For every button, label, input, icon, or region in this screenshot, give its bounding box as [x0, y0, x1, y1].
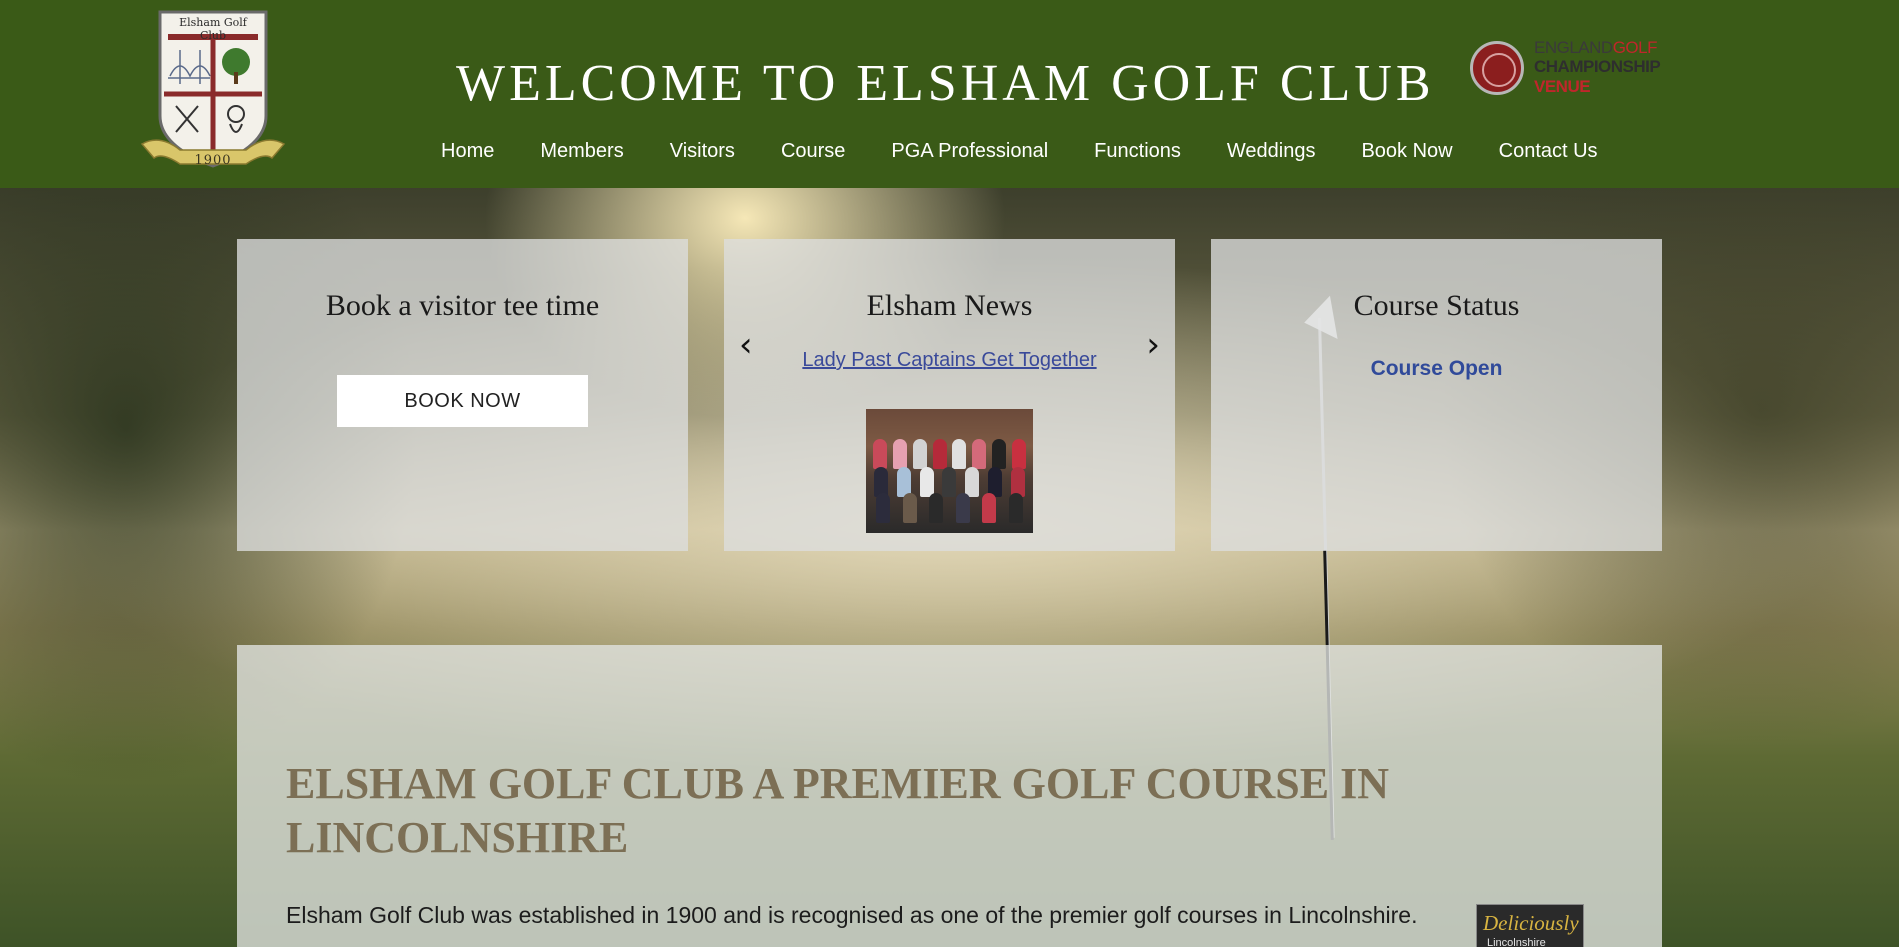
crest-year: 1900 [194, 153, 232, 168]
nav-item-weddings[interactable]: Weddings [1204, 140, 1339, 163]
nav-item-contact-us[interactable]: Contact Us [1476, 140, 1621, 163]
intro-panel: ELSHAM GOLF CLUB A PREMIER GOLF COURSE I… [237, 645, 1662, 947]
course-status-title: Course Status [1353, 289, 1520, 322]
news-article-link[interactable]: Lady Past Captains Get Together [724, 349, 1175, 372]
crest-club-name: Elsham Golf Club [179, 16, 247, 42]
england-golf-championship-badge[interactable]: ENGLANDGOLF CHAMPIONSHIP VENUE [1470, 38, 1690, 98]
badge-line-3: VENUE [1534, 77, 1591, 96]
course-status-card: Course Status Course Open [1211, 239, 1662, 551]
page-title: WELCOME TO ELSHAM GOLF CLUB [456, 55, 1435, 112]
intro-heading: ELSHAM GOLF CLUB A PREMIER GOLF COURSE I… [286, 759, 1389, 862]
site-header: Elsham Golf Club 1900 WELCOME TO ELSHAM … [0, 0, 1899, 188]
nav-item-functions[interactable]: Functions [1071, 140, 1204, 163]
main-nav: Home Members Visitors Course PGA Profess… [418, 140, 1621, 163]
course-status-value: Course Open [1370, 357, 1503, 380]
book-now-button[interactable]: BOOK NOW [337, 375, 588, 427]
deliciously-lincolnshire-logo[interactable]: Deliciously Lincolnshire [1476, 904, 1584, 947]
nav-item-members[interactable]: Members [517, 140, 646, 163]
badge-line-1: ENGLANDGOLF [1534, 38, 1657, 57]
nav-item-course[interactable]: Course [758, 140, 868, 163]
news-photo[interactable] [866, 409, 1033, 533]
nav-item-book-now[interactable]: Book Now [1338, 140, 1475, 163]
tee-time-title: Book a visitor tee time [325, 289, 600, 322]
news-title: Elsham News [866, 289, 1033, 322]
nav-item-home[interactable]: Home [418, 140, 517, 163]
nav-item-pga-professional[interactable]: PGA Professional [868, 140, 1071, 163]
club-crest-logo[interactable]: Elsham Golf Club 1900 [140, 6, 286, 178]
nav-item-visitors[interactable]: Visitors [647, 140, 758, 163]
badge-line-2: CHAMPIONSHIP [1534, 57, 1661, 76]
intro-text: Elsham Golf Club was established in 1900… [286, 902, 1418, 928]
england-golf-rose-icon [1470, 41, 1524, 95]
tee-time-card: Book a visitor tee time BOOK NOW [237, 239, 688, 551]
news-card: Elsham News ‹ › Lady Past Captains Get T… [724, 239, 1175, 551]
